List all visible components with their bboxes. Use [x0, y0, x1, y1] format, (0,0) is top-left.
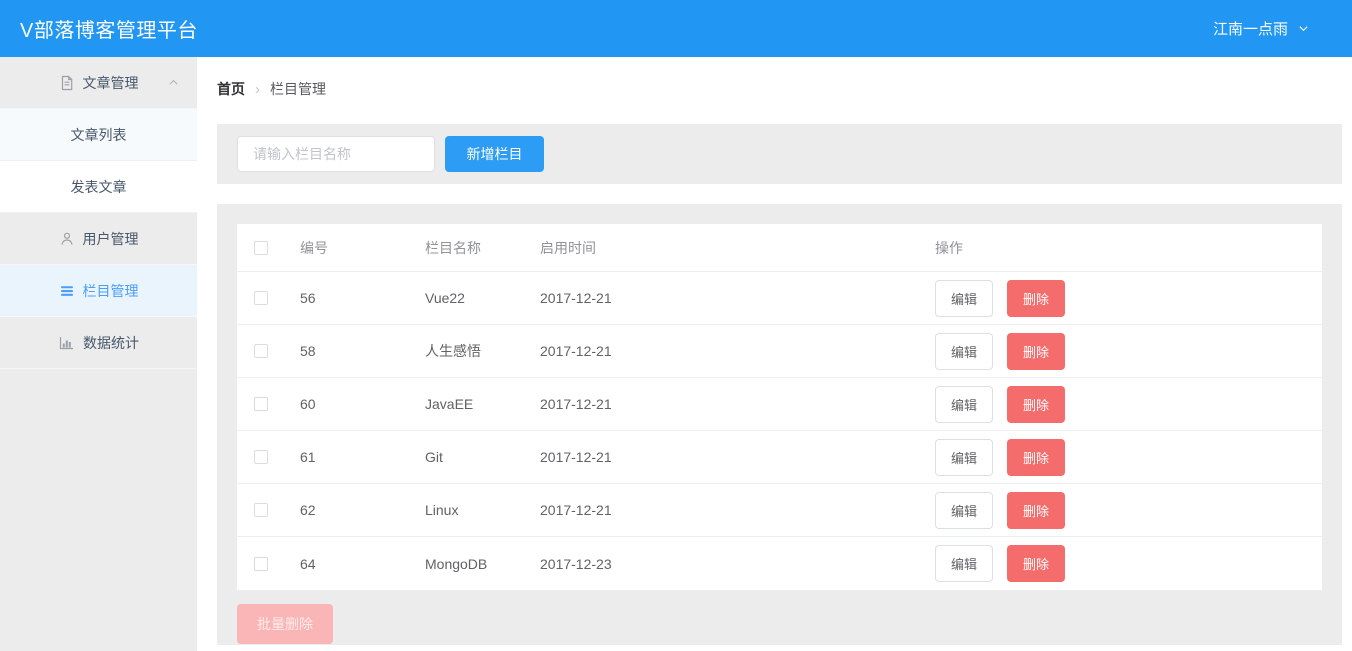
cell-date: 2017-12-21 [540, 290, 612, 306]
column-header-name: 栏目名称 [425, 239, 481, 256]
cell-id: 64 [300, 555, 316, 572]
cell-id: 56 [300, 290, 316, 306]
delete-button[interactable]: 删除 [1007, 438, 1066, 476]
cell-name: 人生感悟 [425, 343, 481, 359]
sidebar-item-publish-article[interactable]: 发表文章 [0, 161, 197, 213]
chevron-up-icon [167, 76, 180, 89]
cell-id: 58 [300, 343, 316, 359]
cell-id: 61 [300, 449, 316, 465]
column-name-search-input[interactable] [237, 136, 435, 172]
cell-name: JavaEE [425, 396, 474, 412]
cell-date: 2017-12-21 [540, 502, 612, 518]
table-row: 56 Vue22 2017-12-21 编辑 删除 [237, 272, 1322, 325]
delete-button[interactable]: 删除 [1007, 279, 1066, 317]
sidebar-item-article-management[interactable]: 文章管理 [0, 57, 197, 109]
sidebar-item-user-management[interactable]: 用户管理 [0, 213, 197, 265]
breadcrumb-separator: › [255, 80, 260, 98]
table-row: 62 Linux 2017-12-21 编辑 删除 [237, 484, 1322, 537]
batch-delete-button[interactable]: 批量删除 [237, 604, 333, 644]
sidebar-item-label: 文章列表 [70, 126, 127, 143]
sidebar-item-label: 发表文章 [70, 178, 127, 195]
delete-button[interactable]: 删除 [1007, 545, 1066, 582]
cell-name: MongoDB [425, 555, 488, 572]
sidebar-item-label: 栏目管理 [82, 282, 139, 299]
sidebar-item-statistics[interactable]: 数据统计 [0, 317, 197, 369]
table-row: 58 人生感悟 2017-12-21 编辑 删除 [237, 325, 1322, 378]
cell-id: 62 [300, 502, 316, 518]
delete-button[interactable]: 删除 [1007, 491, 1066, 529]
cell-id: 60 [300, 396, 316, 412]
sidebar-item-column-management[interactable]: 栏目管理 [0, 265, 197, 317]
table-row: 60 JavaEE 2017-12-21 编辑 删除 [237, 378, 1322, 431]
table-header-row: 编号 栏目名称 启用时间 操作 [237, 224, 1322, 272]
app-header: V部落博客管理平台 江南一点雨 [0, 0, 1352, 57]
sidebar-item-label: 文章管理 [82, 74, 139, 91]
sidebar-item-label: 数据统计 [83, 334, 139, 351]
edit-button[interactable]: 编辑 [935, 332, 994, 370]
table-row: 64 MongoDB 2017-12-23 编辑 删除 [237, 537, 1322, 590]
delete-button[interactable]: 删除 [1007, 332, 1066, 370]
breadcrumb: 首页 › 栏目管理 [217, 79, 1352, 99]
row-checkbox[interactable] [254, 344, 268, 358]
cell-date: 2017-12-23 [540, 555, 612, 572]
user-dropdown[interactable]: 江南一点雨 [1213, 18, 1310, 39]
add-column-button[interactable]: 新增栏目 [445, 136, 544, 172]
sidebar: 文章管理 文章列表 发表文章 用户管理 栏目管理 数据统计 [0, 57, 197, 651]
cell-date: 2017-12-21 [540, 343, 612, 359]
bar-chart-icon [58, 335, 75, 351]
sidebar-item-label: 用户管理 [82, 230, 139, 247]
columns-table: 编号 栏目名称 启用时间 操作 56 Vue22 2017-12-21 编辑 删… [237, 224, 1322, 590]
cell-name: Vue22 [425, 290, 465, 306]
row-checkbox[interactable] [254, 556, 268, 571]
cell-date: 2017-12-21 [540, 449, 612, 465]
breadcrumb-current: 栏目管理 [270, 81, 326, 97]
document-icon [59, 75, 75, 91]
column-header-id: 编号 [300, 239, 328, 256]
edit-button[interactable]: 编辑 [935, 438, 994, 476]
cell-name: Git [425, 449, 443, 465]
row-checkbox[interactable] [254, 291, 268, 305]
breadcrumb-home-link[interactable]: 首页 [217, 79, 245, 99]
delete-button[interactable]: 删除 [1007, 385, 1066, 423]
row-checkbox[interactable] [254, 503, 268, 517]
search-toolbar: 新增栏目 [217, 124, 1342, 184]
edit-button[interactable]: 编辑 [935, 545, 994, 582]
edit-button[interactable]: 编辑 [935, 385, 994, 423]
table-row: 61 Git 2017-12-21 编辑 删除 [237, 431, 1322, 484]
cell-date: 2017-12-21 [540, 396, 612, 412]
row-checkbox[interactable] [254, 450, 268, 464]
user-name: 江南一点雨 [1212, 21, 1288, 38]
edit-button[interactable]: 编辑 [935, 279, 994, 317]
app-title: V部落博客管理平台 [20, 20, 198, 42]
sidebar-item-article-list[interactable]: 文章列表 [0, 109, 197, 161]
row-checkbox[interactable] [254, 397, 268, 411]
edit-button[interactable]: 编辑 [935, 491, 994, 529]
column-header-actions: 操作 [935, 239, 963, 256]
table-section: 编号 栏目名称 启用时间 操作 56 Vue22 2017-12-21 编辑 删… [217, 204, 1342, 645]
cell-name: Linux [425, 502, 459, 518]
user-icon [59, 231, 75, 247]
column-header-date: 启用时间 [540, 239, 596, 256]
list-icon [59, 283, 75, 299]
main-content: 首页 › 栏目管理 新增栏目 编号 栏目名称 启用时间 操作 56 V [197, 57, 1352, 651]
chevron-down-icon [1297, 22, 1310, 35]
select-all-checkbox[interactable] [254, 240, 268, 255]
